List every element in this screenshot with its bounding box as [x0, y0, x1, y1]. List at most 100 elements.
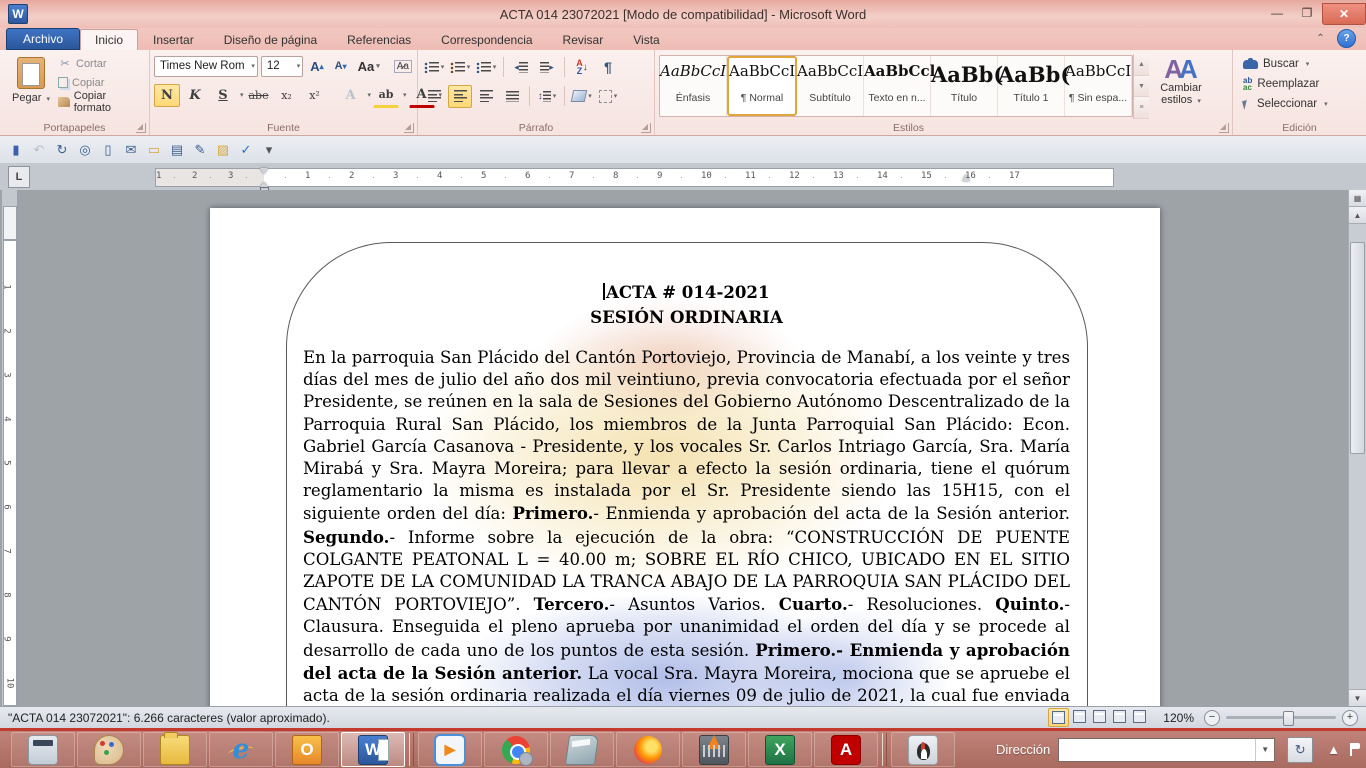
folder-options-icon[interactable]: ▨: [213, 140, 233, 160]
style--sin-espa-[interactable]: AaBbCcI¶ Sin espa...: [1065, 56, 1132, 116]
dialog-launcher-parrafo[interactable]: [641, 123, 651, 133]
font-name-combo[interactable]: Times New Rom▾: [154, 56, 258, 77]
close-button[interactable]: ✕: [1322, 3, 1366, 25]
help-icon[interactable]: ?: [1337, 29, 1356, 48]
multilevel-list-button[interactable]: ▾: [474, 56, 498, 79]
dialog-launcher-portapapeles[interactable]: [136, 123, 146, 133]
taskbar-item-autocad[interactable]: A: [814, 732, 878, 767]
draft-view-button[interactable]: [1130, 708, 1149, 725]
underline-button[interactable]: S: [210, 84, 236, 107]
address-dropdown-icon[interactable]: ▼: [1255, 739, 1274, 761]
restore-button[interactable]: ❐: [1292, 3, 1322, 23]
strikethrough-button[interactable]: abe: [246, 84, 272, 107]
zoom-in-button[interactable]: +: [1342, 710, 1358, 726]
dialog-launcher-fuente[interactable]: [404, 123, 414, 133]
tab-vista[interactable]: Vista: [618, 29, 674, 50]
justify-button[interactable]: [500, 85, 524, 108]
taskbar-item-java[interactable]: [891, 732, 955, 767]
style-t-tulo[interactable]: AaBb(Título: [931, 56, 998, 116]
highlight-dropdown[interactable]: ▾: [403, 91, 407, 99]
font-size-combo[interactable]: 12▾: [261, 56, 303, 77]
taskbar-item-burner[interactable]: [682, 732, 746, 767]
web-layout-view-button[interactable]: [1090, 708, 1109, 725]
quick-edit-icon[interactable]: ✎: [190, 140, 210, 160]
open-folder-icon[interactable]: ▭: [144, 140, 164, 160]
mail-icon[interactable]: ✉: [121, 140, 141, 160]
styles-scroll-up[interactable]: ▲: [1134, 54, 1149, 76]
zoom-level[interactable]: 120%: [1163, 711, 1194, 725]
paste-button[interactable]: Pegar ▾: [8, 55, 54, 117]
taskbar-item-outlook[interactable]: O: [275, 732, 339, 767]
address-input[interactable]: ▼: [1058, 738, 1275, 762]
subscript-button[interactable]: x₂: [274, 84, 300, 107]
taskbar-item-file-explorer[interactable]: [143, 732, 207, 767]
new-document-icon[interactable]: ▯: [98, 140, 118, 160]
print-layout-view-button[interactable]: [1048, 708, 1069, 727]
tab-correspondencia[interactable]: Correspondencia: [426, 29, 547, 50]
address-go-button[interactable]: ↻: [1287, 737, 1313, 763]
taskbar-item-media-player[interactable]: ▶: [418, 732, 482, 767]
sort-button[interactable]: AZ ↓: [570, 56, 594, 79]
align-left-button[interactable]: [422, 85, 446, 108]
borders-button[interactable]: ▾: [596, 85, 620, 108]
word-count-status[interactable]: "ACTA 014 23072021": 6.266 caracteres (v…: [0, 711, 330, 725]
change-case-button[interactable]: Aa▾: [354, 55, 384, 77]
find-button[interactable]: Buscar▾: [1237, 54, 1362, 74]
taskbar-item-word[interactable]: W: [341, 732, 405, 767]
bullets-button[interactable]: ▾: [422, 56, 446, 79]
style--nfasis[interactable]: AaBbCcIÉnfasis: [660, 56, 727, 116]
cut-button[interactable]: ✂ Cortar: [56, 54, 145, 73]
tab-revisar[interactable]: Revisar: [548, 29, 619, 50]
scroll-up-arrow[interactable]: ▲: [1349, 207, 1366, 224]
horizontal-ruler[interactable]: 3·2·1·1·2·3·4·5·6·7·8·9·10·11·12·13·14·1…: [155, 168, 1114, 187]
save-icon[interactable]: ▮: [6, 140, 26, 160]
taskbar-item-chrome[interactable]: [484, 732, 548, 767]
taskbar-item-paint[interactable]: [77, 732, 141, 767]
minimize-button[interactable]: —: [1262, 3, 1292, 23]
change-styles-button[interactable]: AA Cambiar estilos ▾: [1149, 54, 1213, 119]
select-button[interactable]: Seleccionar▾: [1237, 94, 1362, 114]
print-preview-icon[interactable]: ◎: [75, 140, 95, 160]
show-marks-button[interactable]: ¶: [596, 56, 620, 79]
more-icon[interactable]: ▾: [259, 140, 279, 160]
document-page[interactable]: ACTA # 014-2021 SESIÓN ORDINARIA En la p…: [210, 208, 1160, 706]
taskbar-item-excel[interactable]: X: [748, 732, 812, 767]
decrease-indent-button[interactable]: ◂: [509, 56, 533, 79]
underline-dropdown[interactable]: ▾: [240, 91, 244, 99]
zoom-slider-thumb[interactable]: [1283, 711, 1294, 726]
italic-button[interactable]: K: [182, 84, 208, 107]
tab-archivo[interactable]: Archivo: [6, 28, 80, 50]
text-effects-button[interactable]: A: [338, 84, 364, 107]
spelling-icon[interactable]: ✓: [236, 140, 256, 160]
action-center-flag-icon[interactable]: [1350, 743, 1360, 756]
styles-more-button[interactable]: ≡: [1134, 97, 1149, 119]
styles-scroll-down[interactable]: ▼: [1134, 76, 1149, 98]
shrink-font-button[interactable]: A▾: [331, 55, 351, 77]
taskbar-item-internet-explorer[interactable]: e: [209, 732, 273, 767]
taskbar-item-firefox[interactable]: [616, 732, 680, 767]
indent-markers[interactable]: [260, 168, 269, 187]
tab-selector-button[interactable]: L: [8, 166, 30, 188]
taskbar-item-calculator[interactable]: [11, 732, 75, 767]
style-t-tulo-1[interactable]: AaBb(Título 1: [998, 56, 1065, 116]
numbering-button[interactable]: ▾: [448, 56, 472, 79]
highlight-button[interactable]: ab: [373, 83, 399, 108]
full-screen-reading-view-button[interactable]: [1070, 708, 1089, 725]
redo-icon[interactable]: ↻: [52, 140, 72, 160]
align-center-button[interactable]: [448, 85, 472, 108]
line-spacing-button[interactable]: ↕▾: [535, 85, 559, 108]
outline-view-button[interactable]: [1110, 708, 1129, 725]
zoom-out-button[interactable]: −: [1204, 710, 1220, 726]
vertical-scrollbar[interactable]: ▦ ▲ ▼: [1348, 190, 1366, 706]
vertical-ruler[interactable]: 12345678910: [2, 190, 18, 706]
show-hidden-icons[interactable]: ▲: [1327, 742, 1340, 757]
scroll-down-arrow[interactable]: ▼: [1349, 689, 1366, 706]
style--normal[interactable]: AaBbCcI¶ Normal: [727, 56, 797, 116]
style-texto-en-n-[interactable]: AaBbCclTexto en n...: [864, 56, 931, 116]
document-text[interactable]: ACTA # 014-2021 SESIÓN ORDINARIA En la p…: [303, 280, 1070, 706]
undo-icon[interactable]: ↶: [29, 140, 49, 160]
tab-inicio[interactable]: Inicio: [80, 29, 138, 50]
scrollbar-thumb[interactable]: [1350, 242, 1365, 454]
superscript-button[interactable]: x²: [302, 84, 328, 107]
replace-button[interactable]: abac Reemplazar: [1237, 74, 1362, 94]
